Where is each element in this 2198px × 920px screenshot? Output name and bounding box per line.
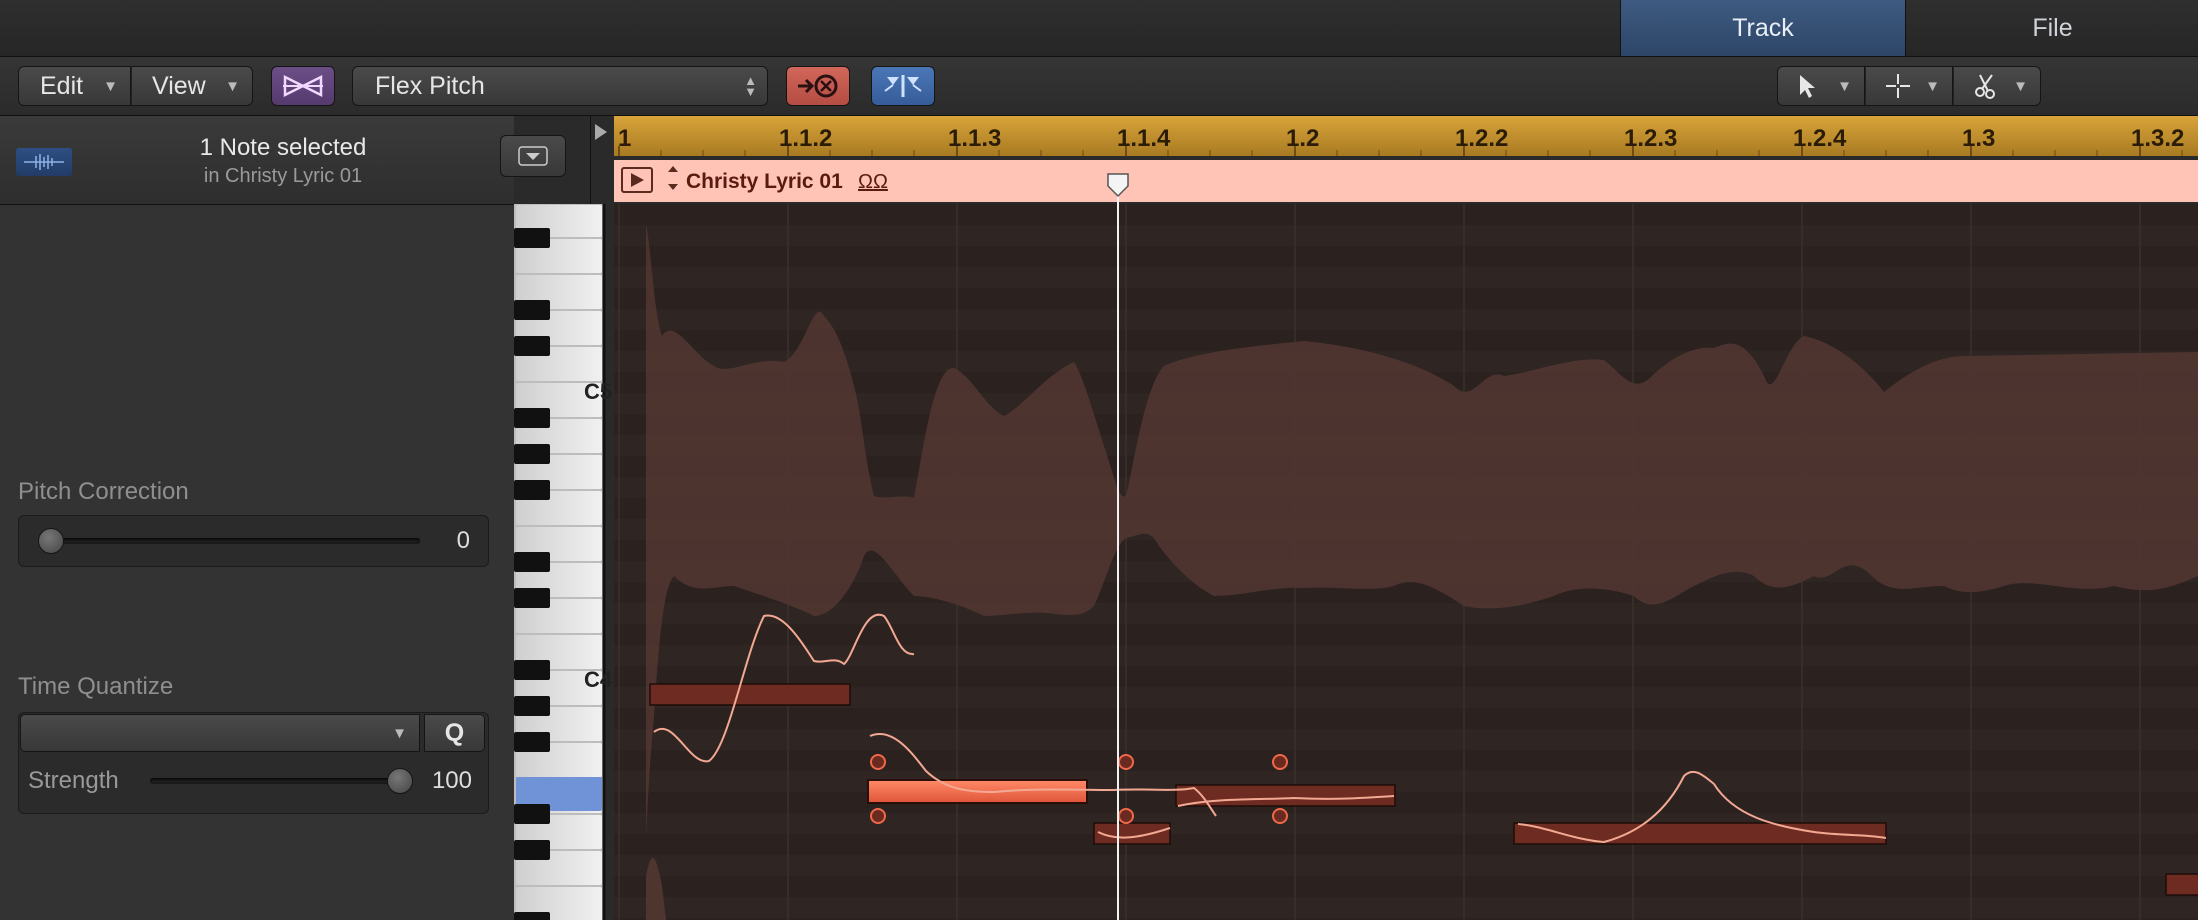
black-key[interactable] <box>514 804 550 824</box>
quantize-q-button[interactable]: Q <box>424 714 485 752</box>
edit-menu-button[interactable]: Edit ▼ <box>18 66 131 106</box>
scissors-tool-button[interactable]: ▼ <box>1953 66 2041 106</box>
pitch-note[interactable] <box>649 683 851 706</box>
key-label-c4: C4 <box>584 667 613 692</box>
ruler-mark: 1 <box>618 125 631 152</box>
selection-title: 1 Note selected <box>199 134 367 161</box>
pitch-correction-value: 0 <box>456 527 470 554</box>
pointer-tool-button[interactable]: ▼ <box>1777 66 1865 106</box>
pitch-correction-slider-track[interactable] <box>40 538 420 544</box>
region-loop-icon: ΩΩ <box>858 171 888 193</box>
ruler-mark: 1.1.2 <box>779 125 832 152</box>
time-quantize-label: Time Quantize <box>18 673 174 700</box>
black-key[interactable] <box>514 480 550 500</box>
pitch-lane <box>614 876 2198 897</box>
time-quantize-select[interactable]: ▼ <box>20 714 420 752</box>
scissors-tool-icon <box>1975 74 1995 99</box>
marquee-tool-button[interactable]: ▼ <box>1865 66 1953 106</box>
pitch-lane <box>614 624 2198 645</box>
ruler-mark: 1.1.3 <box>948 125 1001 152</box>
view-menu-label: View <box>152 71 206 100</box>
ruler-mark: 1.3 <box>1962 125 1995 152</box>
strength-slider-knob[interactable] <box>387 768 413 794</box>
flex-mode-label: Flex Pitch <box>375 71 485 100</box>
vibrato-handle[interactable] <box>1118 808 1134 824</box>
flex-icon <box>283 74 323 98</box>
black-key[interactable] <box>514 444 550 464</box>
pitch-lane <box>614 708 2198 729</box>
black-key[interactable] <box>514 228 550 248</box>
catch-icon <box>798 74 838 98</box>
catch-button[interactable] <box>786 66 850 106</box>
black-key[interactable] <box>514 588 550 608</box>
pitch-correction-slider-knob[interactable] <box>38 528 64 554</box>
drift-handle[interactable] <box>870 754 886 770</box>
pitch-note[interactable] <box>2165 873 2198 896</box>
pitch-note[interactable] <box>1093 822 1171 845</box>
black-key[interactable] <box>514 336 550 356</box>
piano-keyboard[interactable] <box>514 204 606 920</box>
chevron-down-icon: ▼ <box>392 724 407 742</box>
flex-mode-select[interactable]: Flex Pitch ▲ ▼ <box>352 66 768 106</box>
strength-value: 100 <box>431 767 472 794</box>
vibrato-handle[interactable] <box>870 808 886 824</box>
region-name: Christy Lyric 01 <box>686 170 843 193</box>
black-key[interactable] <box>514 840 550 860</box>
chevron-down-icon: ▼ <box>2013 77 2028 95</box>
pitch-lane <box>614 750 2198 771</box>
pitch-lane <box>614 834 2198 855</box>
black-key[interactable] <box>514 408 550 428</box>
ruler-mark: 1.2.4 <box>1793 125 1847 152</box>
chevron-down-icon: ▼ <box>1925 77 1940 95</box>
black-key[interactable] <box>514 696 550 716</box>
piano-roll-editor: C5 C4 1 1.1.2 1.1.3 1.1.4 1.2 1.2.2 1.2.… <box>514 116 2198 920</box>
key-label-c5: C5 <box>584 379 612 404</box>
bar-ruler[interactable] <box>614 116 2198 156</box>
chevron-down-icon: ▼ <box>225 77 240 95</box>
black-key[interactable] <box>514 552 550 572</box>
pitch-lane <box>614 330 2198 351</box>
marquee-tool-icon <box>1886 74 1910 98</box>
pitch-lane <box>614 288 2198 309</box>
chevron-down-icon: ▼ <box>103 77 118 95</box>
ruler-mark: 1.3.2 <box>2131 125 2184 152</box>
pitch-lane <box>614 666 2198 687</box>
pitch-correction-label: Pitch Correction <box>18 478 189 505</box>
black-key[interactable] <box>514 912 550 920</box>
ruler-mark: 1.2 <box>1286 125 1319 152</box>
strength-label: Strength <box>28 767 119 794</box>
region-header[interactable] <box>614 160 2198 202</box>
tab-file[interactable]: File <box>1905 0 2198 56</box>
pitch-lane <box>614 792 2198 813</box>
ruler-mark: 1.2.2 <box>1455 125 1508 152</box>
ruler-mark: 1.1.4 <box>1117 125 1171 152</box>
ruler-mark: 1.2.3 <box>1624 125 1677 152</box>
follow-icon <box>884 75 922 97</box>
selection-subtitle: in Christy Lyric 01 <box>203 165 363 187</box>
black-key[interactable] <box>514 732 550 752</box>
chevron-down-icon: ▼ <box>1837 77 1852 95</box>
vibrato-handle[interactable] <box>1272 808 1288 824</box>
pitch-note[interactable] <box>1175 784 1396 807</box>
tab-track[interactable]: Track <box>1620 0 1906 56</box>
pointer-tool-icon <box>1800 75 1815 98</box>
black-key[interactable] <box>514 300 550 320</box>
strength-slider-track[interactable] <box>150 778 405 784</box>
black-key[interactable] <box>514 660 550 680</box>
follow-button[interactable] <box>871 66 935 106</box>
flex-toggle-button[interactable] <box>271 66 335 106</box>
edit-menu-label: Edit <box>40 71 84 100</box>
up-down-arrows-icon: ▲ ▼ <box>744 73 757 99</box>
pitch-lane <box>614 204 2198 225</box>
pitch-lane <box>614 246 2198 267</box>
view-menu-button[interactable]: View ▼ <box>131 66 253 106</box>
drift-handle[interactable] <box>1272 754 1288 770</box>
drift-handle[interactable] <box>1118 754 1134 770</box>
